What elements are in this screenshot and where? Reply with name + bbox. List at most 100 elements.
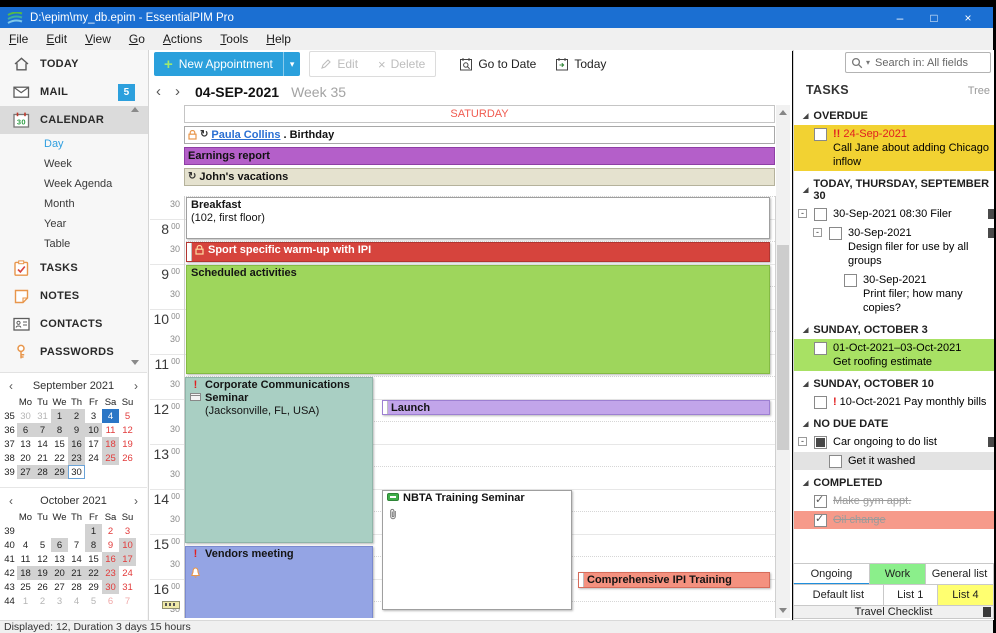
tree-expander-icon[interactable]: - bbox=[813, 228, 822, 237]
event-launch[interactable]: Launch bbox=[382, 400, 770, 416]
mini-calendar-day[interactable]: 5 bbox=[85, 594, 102, 608]
event-corporate-communications-seminar[interactable]: !Corporate Communications Seminar(Jackso… bbox=[185, 377, 373, 543]
mini-calendar-day[interactable]: 21 bbox=[68, 566, 85, 580]
task-checkbox[interactable] bbox=[814, 342, 827, 355]
sidebar-item-passwords[interactable]: PASSWORDS bbox=[0, 338, 148, 366]
menu-go[interactable]: Go bbox=[120, 29, 154, 49]
mini-calendar-day[interactable]: 9 bbox=[102, 538, 119, 552]
mini-calendar-day[interactable]: 19 bbox=[119, 437, 136, 451]
mini-calendar-day[interactable]: 17 bbox=[119, 552, 136, 566]
menu-edit[interactable]: Edit bbox=[37, 29, 76, 49]
mini-calendar-day[interactable]: 11 bbox=[17, 552, 34, 566]
scrollbar-thumb[interactable] bbox=[777, 245, 789, 450]
tab-travel-checklist[interactable]: Travel Checklist bbox=[793, 605, 994, 619]
edit-button[interactable]: Edit bbox=[310, 52, 368, 76]
event-vendors-meeting[interactable]: !Vendors meeting bbox=[185, 546, 373, 618]
mini-calendar-day[interactable]: 27 bbox=[51, 580, 68, 594]
next-month-icon[interactable]: › bbox=[131, 379, 141, 393]
task-item-oil-change[interactable]: Oil change bbox=[794, 511, 994, 529]
allday-event-earnings-report[interactable]: Earnings report bbox=[184, 147, 775, 165]
mini-calendar-day[interactable]: 19 bbox=[34, 566, 51, 580]
maximize-button[interactable]: □ bbox=[917, 11, 951, 25]
tab-ongoing[interactable]: Ongoing bbox=[793, 563, 870, 585]
sidebar-item-today[interactable]: TODAY bbox=[0, 50, 148, 78]
allday-event-paula-collins-birthday[interactable]: ↻Paula Collins. Birthday bbox=[184, 126, 775, 144]
mini-calendar-day[interactable]: 29 bbox=[51, 465, 68, 479]
event-sport-specific-warm-up[interactable]: Sport specific warm-up with IPI bbox=[186, 242, 770, 262]
mini-calendar-day[interactable]: 4 bbox=[102, 409, 119, 423]
sidebar-item-notes[interactable]: NOTES bbox=[0, 282, 148, 310]
mini-calendar-day[interactable]: 10 bbox=[85, 423, 102, 437]
sidebar-item-week-agenda[interactable]: Week Agenda bbox=[0, 174, 148, 194]
event-scheduled-activities[interactable]: Scheduled activities bbox=[186, 265, 770, 375]
menu-view[interactable]: View bbox=[76, 29, 120, 49]
mini-calendar-day[interactable]: 3 bbox=[119, 524, 136, 538]
allday-event-johns-vacations[interactable]: ↻John's vacations bbox=[184, 168, 775, 186]
mini-calendar-day[interactable]: 14 bbox=[34, 437, 51, 451]
tab-list-1[interactable]: List 1 bbox=[883, 584, 938, 606]
mini-calendar-day[interactable]: 6 bbox=[51, 538, 68, 552]
sidebar-scroll-down-icon[interactable] bbox=[131, 360, 139, 365]
mini-calendar-day[interactable]: 2 bbox=[34, 594, 51, 608]
task-item-call-jane[interactable]: !!24-Sep-2021Call Jane about adding Chic… bbox=[794, 125, 994, 171]
contact-link[interactable]: Paula Collins bbox=[211, 129, 280, 141]
goto-date-button[interactable]: Go to Date bbox=[450, 50, 546, 78]
task-group-header-today-thursday-september-30[interactable]: ◢TODAY, THURSDAY, SEPTEMBER 30 bbox=[794, 172, 994, 205]
task-checkbox[interactable] bbox=[829, 455, 842, 468]
sidebar-item-year[interactable]: Year bbox=[0, 214, 148, 234]
mini-calendar-day[interactable]: 18 bbox=[102, 437, 119, 451]
new-appointment-button[interactable]: +New Appointment ▾ bbox=[154, 52, 300, 76]
task-checkbox[interactable] bbox=[814, 514, 827, 527]
mini-calendar-day[interactable]: 25 bbox=[102, 451, 119, 465]
collapse-icon[interactable]: ◢ bbox=[803, 479, 808, 487]
menu-file[interactable]: File bbox=[0, 29, 37, 49]
task-checkbox[interactable] bbox=[814, 436, 827, 449]
mini-calendar-day[interactable]: 23 bbox=[68, 451, 85, 465]
mini-calendar-day[interactable]: 22 bbox=[51, 451, 68, 465]
task-checkbox[interactable] bbox=[814, 396, 827, 409]
tab-general-list[interactable]: General list bbox=[925, 563, 994, 585]
event-nbta-training-seminar[interactable]: NBTA Training Seminar bbox=[382, 490, 572, 611]
mini-calendar-day[interactable]: 23 bbox=[102, 566, 119, 580]
close-button[interactable]: × bbox=[951, 11, 985, 25]
mini-calendar-day[interactable]: 16 bbox=[102, 552, 119, 566]
next-day-button[interactable]: › bbox=[168, 83, 187, 100]
mini-calendar-day[interactable]: 30 bbox=[68, 465, 85, 479]
mini-calendar-day[interactable]: 14 bbox=[68, 552, 85, 566]
task-item-print-filer[interactable]: 30-Sep-2021Print filer; how many copies? bbox=[794, 271, 994, 317]
mini-calendar-day[interactable]: 8 bbox=[85, 538, 102, 552]
mini-calendar-day[interactable]: 13 bbox=[17, 437, 34, 451]
mini-calendar-day[interactable]: 12 bbox=[34, 552, 51, 566]
mini-calendar-day[interactable]: 24 bbox=[119, 566, 136, 580]
mini-calendar-day[interactable]: 2 bbox=[68, 409, 85, 423]
search-box[interactable]: ▾ bbox=[845, 52, 991, 73]
mini-calendar-day[interactable]: 29 bbox=[85, 580, 102, 594]
mini-calendar-day[interactable]: 5 bbox=[119, 409, 136, 423]
mini-calendar-day[interactable]: 31 bbox=[34, 409, 51, 423]
minimize-button[interactable]: – bbox=[883, 11, 917, 25]
mini-calendar-day[interactable]: 18 bbox=[17, 566, 34, 580]
mini-calendar-day[interactable]: 12 bbox=[119, 423, 136, 437]
mini-calendar-day[interactable]: 21 bbox=[34, 451, 51, 465]
mini-calendar-day[interactable]: 1 bbox=[17, 594, 34, 608]
event-breakfast[interactable]: Breakfast(102, first floor) bbox=[186, 197, 770, 239]
search-input[interactable] bbox=[873, 56, 977, 70]
sidebar-item-month[interactable]: Month bbox=[0, 194, 148, 214]
mini-calendar-day[interactable]: 1 bbox=[85, 524, 102, 538]
mini-calendar-day[interactable]: 11 bbox=[102, 423, 119, 437]
mini-calendar-day[interactable]: 4 bbox=[17, 538, 34, 552]
task-checkbox[interactable] bbox=[814, 128, 827, 141]
time-scale-icon[interactable] bbox=[162, 601, 180, 609]
tab-work[interactable]: Work bbox=[869, 563, 926, 585]
collapse-icon[interactable]: ◢ bbox=[803, 326, 808, 334]
prev-month-icon[interactable]: ‹ bbox=[6, 379, 16, 393]
mini-calendar-day[interactable]: 25 bbox=[17, 580, 34, 594]
mini-calendar-day[interactable]: 28 bbox=[68, 580, 85, 594]
calendar-scrollbar[interactable] bbox=[776, 105, 790, 618]
sidebar-item-contacts[interactable]: CONTACTS bbox=[0, 310, 148, 338]
event-comprehensive-ipi-training[interactable]: Comprehensive IPI Training bbox=[578, 572, 770, 588]
task-checkbox[interactable] bbox=[814, 495, 827, 508]
task-group-header-sunday-october-10[interactable]: ◢SUNDAY, OCTOBER 10 bbox=[794, 372, 994, 393]
task-group-header-completed[interactable]: ◢COMPLETED bbox=[794, 471, 994, 492]
mini-calendar-day[interactable]: 4 bbox=[68, 594, 85, 608]
